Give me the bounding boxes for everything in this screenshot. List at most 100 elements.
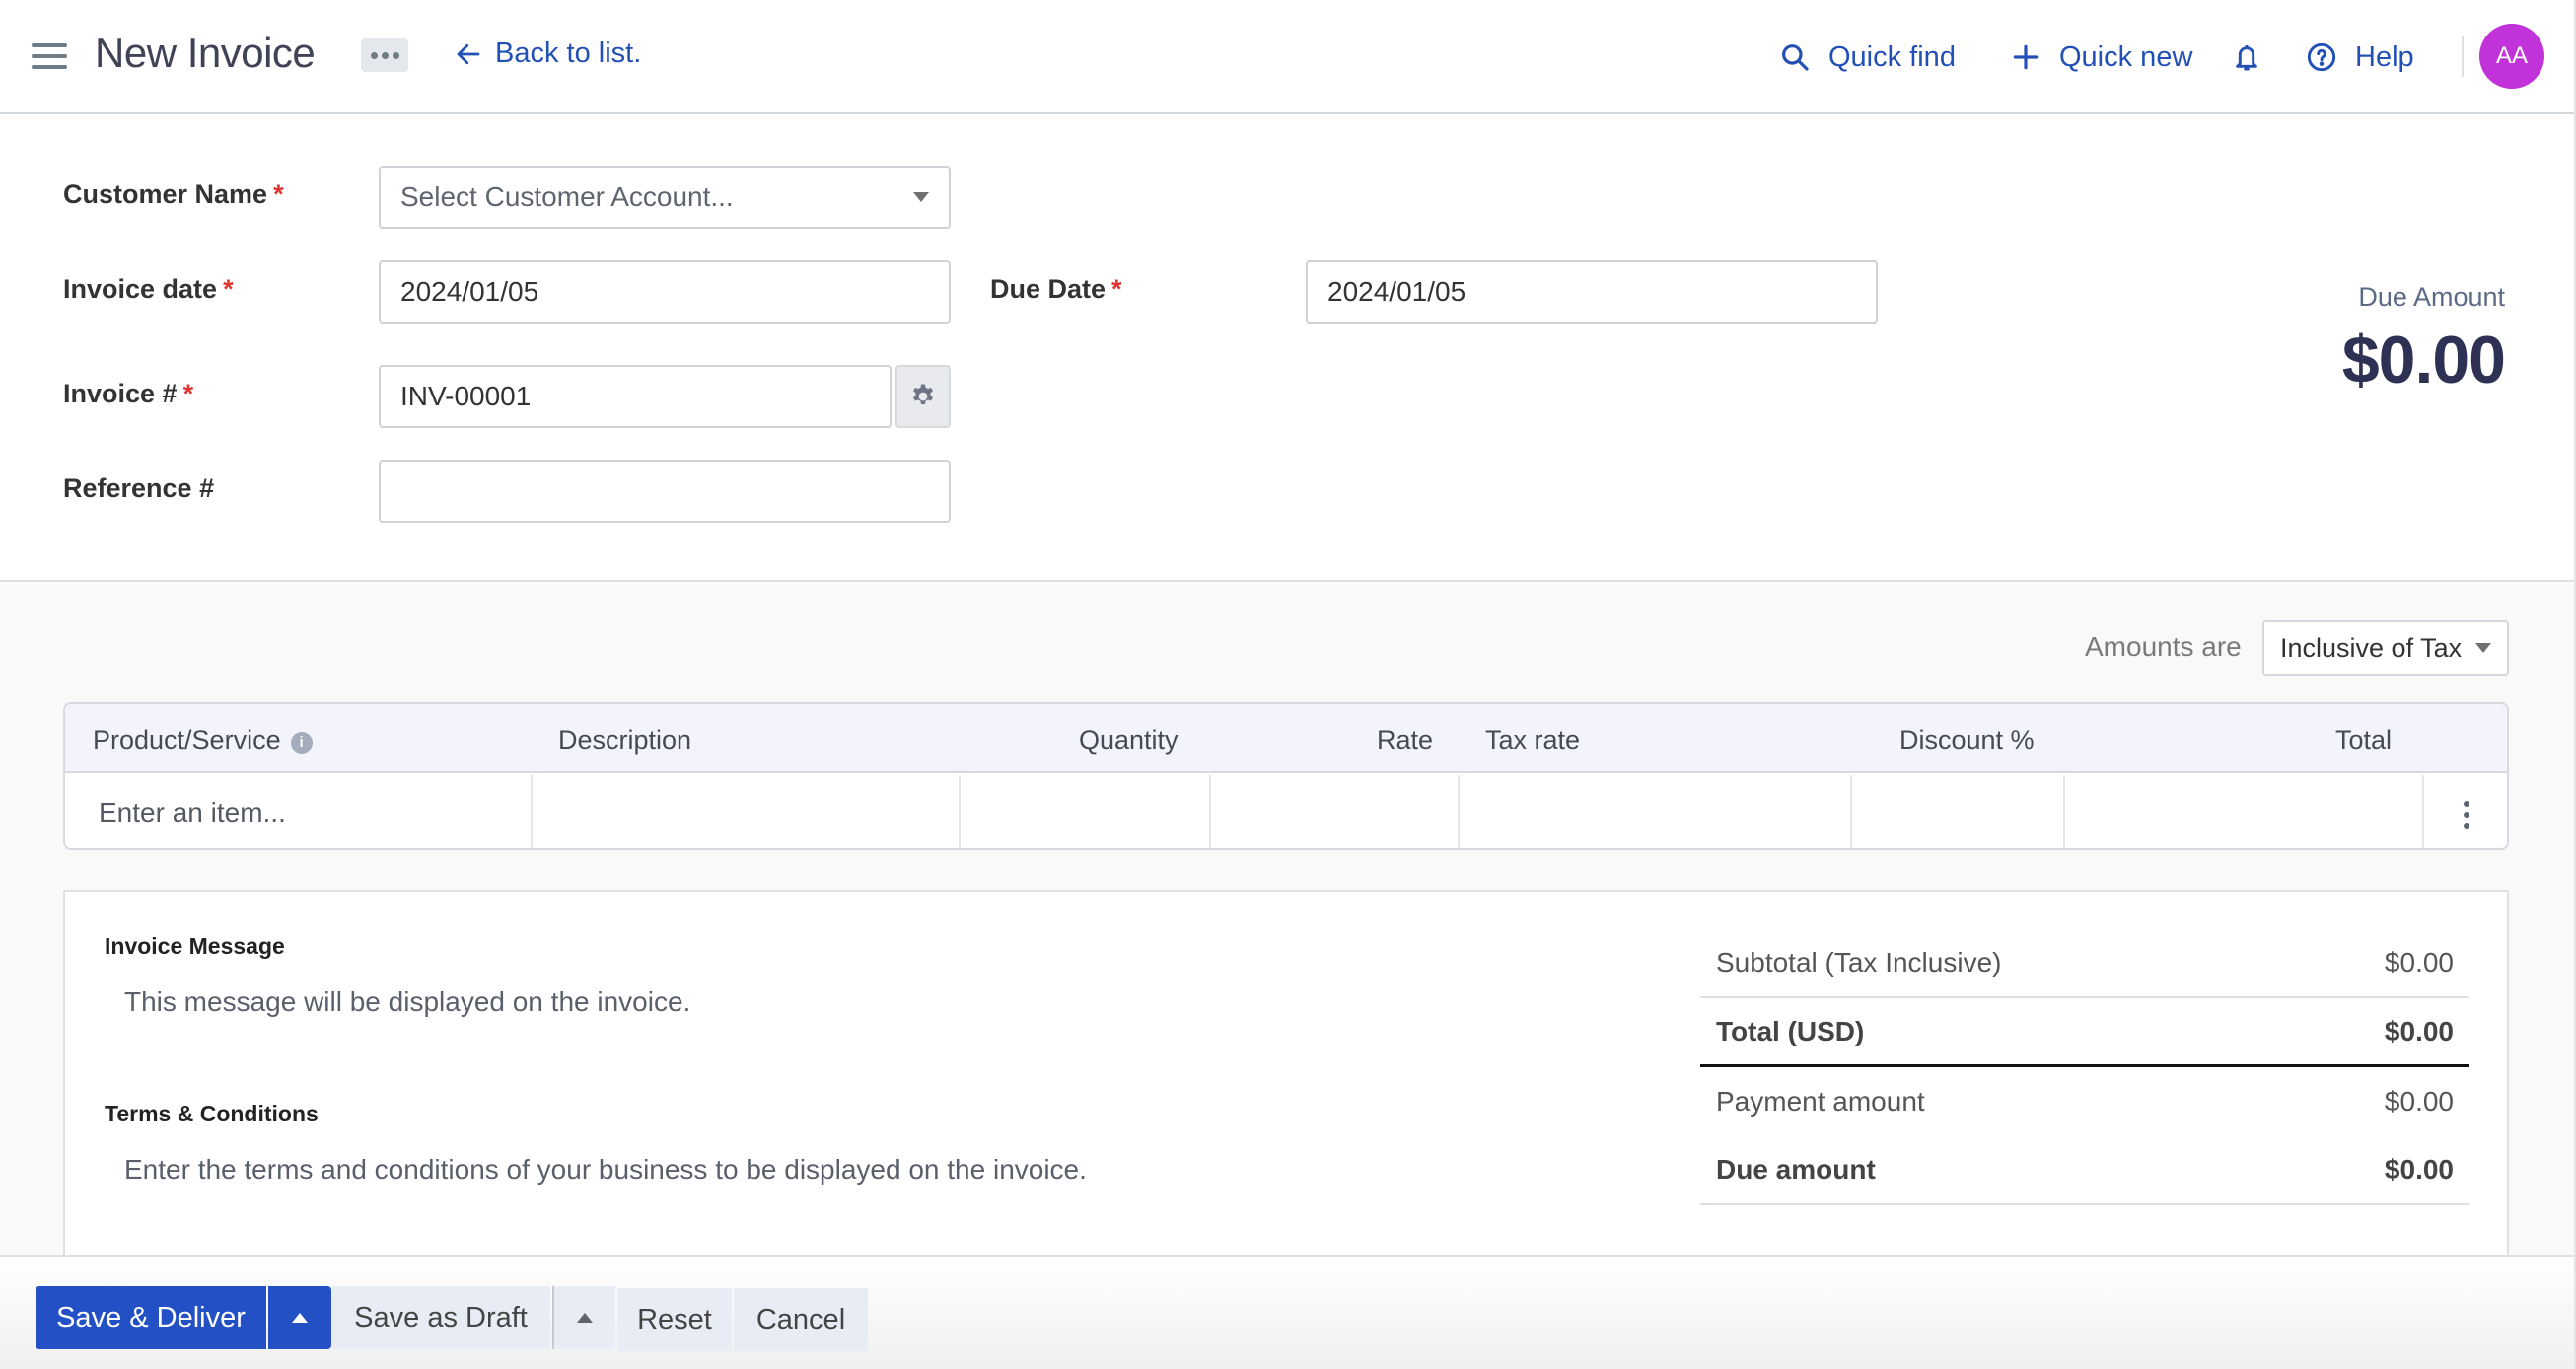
required-marker: * [273,180,284,209]
column-header-rate: Rate [1377,725,1434,755]
arrow-left-icon [457,43,480,64]
total-row: Total (USD) $0.00 [1700,998,2469,1067]
question-circle-icon [2307,42,2336,72]
help-button[interactable]: Help [2306,0,2414,114]
invoice-message-input[interactable]: This message will be displayed on the in… [124,986,690,1018]
label-text: Due Date [990,274,1107,304]
tax-rate-input[interactable] [1460,775,1850,848]
save-deliver-options-button[interactable] [268,1286,331,1349]
description-input[interactable] [533,775,959,848]
label-text: Customer Name [63,180,268,209]
column-header-tax-rate: Tax rate [1485,725,1581,755]
due-amount-row-label: Due amount [1716,1154,1876,1185]
line-items-table: Product/Service i Description Quantity Ra… [63,702,2509,850]
totals-summary: Subtotal (Tax Inclusive) $0.00 Total (US… [1700,929,2469,1205]
search-icon [1782,44,1809,71]
subtotal-label: Subtotal (Tax Inclusive) [1716,947,2002,977]
cancel-button[interactable]: Cancel [734,1288,868,1351]
customer-name-label: Customer Name * [63,180,284,210]
tax-mode-selected: Inclusive of Tax [2280,632,2463,663]
quantity-input[interactable] [961,775,1209,848]
amounts-are-label: Amounts are [2085,631,2242,662]
hamburger-icon[interactable] [32,43,67,71]
table-header: Product/Service i Description Quantity Ra… [65,704,2507,773]
cell-rate [1209,775,1458,848]
cell-quantity [959,775,1209,848]
column-label: Product/Service [93,725,281,755]
back-to-list-link[interactable]: Back to list. [454,37,641,70]
cell-row-actions [2422,775,2507,848]
invoice-date-label: Invoice date * [63,274,234,305]
save-draft-button[interactable]: Save as Draft [331,1286,550,1349]
customer-account-select[interactable]: Select Customer Account... [379,166,951,229]
user-avatar[interactable]: AA [2479,24,2544,89]
invoice-number-label: Invoice # * [63,379,193,409]
subtotal-value: $0.00 [2384,947,2454,977]
column-header-total: Total [2335,725,2393,755]
quick-new-button[interactable]: Quick new [2010,0,2192,114]
invoice-number-settings-button[interactable] [895,365,951,428]
cell-discount [1850,775,2063,848]
notifications-button[interactable] [2231,0,2262,114]
more-horizontal-icon [370,51,378,59]
more-options-button[interactable] [361,38,408,72]
quick-find-button[interactable]: Quick find [1779,0,1956,114]
column-header-quantity: Quantity [1079,725,1179,755]
terms-title: Terms & Conditions [105,1101,319,1126]
quick-new-label: Quick new [2059,40,2193,73]
customer-select-placeholder: Select Customer Account... [400,181,734,212]
save-deliver-button[interactable]: Save & Deliver [36,1286,266,1349]
help-label: Help [2355,40,2414,73]
header-divider [2462,36,2464,77]
payment-amount-label: Payment amount [1716,1086,1925,1117]
chevron-down-icon [913,192,929,202]
info-icon[interactable]: i [290,732,313,754]
cell-total [2063,775,2422,848]
chevron-down-icon [2475,643,2491,653]
back-link-label: Back to list. [495,37,642,69]
label-text: Reference # [63,473,215,503]
payment-amount-row: Payment amount $0.00 [1700,1067,2469,1136]
action-bar: Save & Deliver Save as Draft Reset Cance… [0,1255,2574,1369]
page-title: New Invoice [95,30,316,76]
invoice-date-input[interactable]: 2024/01/05 [379,260,951,324]
invoice-number-input[interactable]: INV-00001 [379,365,892,428]
more-dot [392,51,399,59]
due-amount-label: Due Amount [2358,282,2505,312]
column-header-discount: Discount % [1899,725,2035,755]
total-input[interactable] [2065,775,2422,848]
caret-up-icon [292,1313,308,1323]
label-text: Invoice # [63,379,178,408]
terms-input[interactable]: Enter the terms and conditions of your b… [124,1154,1087,1186]
cell-product [65,775,531,848]
quick-find-label: Quick find [1828,40,1956,73]
discount-input[interactable] [1852,775,2063,848]
column-header-product: Product/Service i [93,725,313,756]
row-menu-icon[interactable] [2464,801,2471,829]
column-header-description: Description [558,725,692,755]
total-label: Total (USD) [1716,1015,1865,1046]
tax-mode-select[interactable]: Inclusive of Tax [2262,620,2509,676]
more-dot [381,51,389,59]
product-input[interactable] [65,775,531,848]
required-marker: * [182,379,194,408]
label-text: Invoice date [63,274,218,304]
cell-description [531,775,959,848]
reference-number-label: Reference # [63,473,214,504]
due-date-label: Due Date * [990,274,1122,305]
due-date-input[interactable]: 2024/01/05 [1306,260,1878,324]
caret-up-icon [577,1313,593,1323]
reference-number-input[interactable] [379,460,951,523]
bell-icon [2236,45,2257,71]
cell-tax-rate [1458,775,1850,848]
table-row [65,775,2507,848]
payment-amount-value: $0.00 [2384,1086,2454,1117]
gear-icon [913,384,933,404]
save-draft-options-button[interactable] [552,1286,615,1349]
reset-button[interactable]: Reset [617,1288,732,1351]
rate-input[interactable] [1211,775,1458,848]
total-value: $0.00 [2384,1015,2454,1046]
subtotal-row: Subtotal (Tax Inclusive) $0.00 [1700,929,2469,998]
plus-icon [2013,44,2039,70]
required-marker: * [1111,274,1122,304]
